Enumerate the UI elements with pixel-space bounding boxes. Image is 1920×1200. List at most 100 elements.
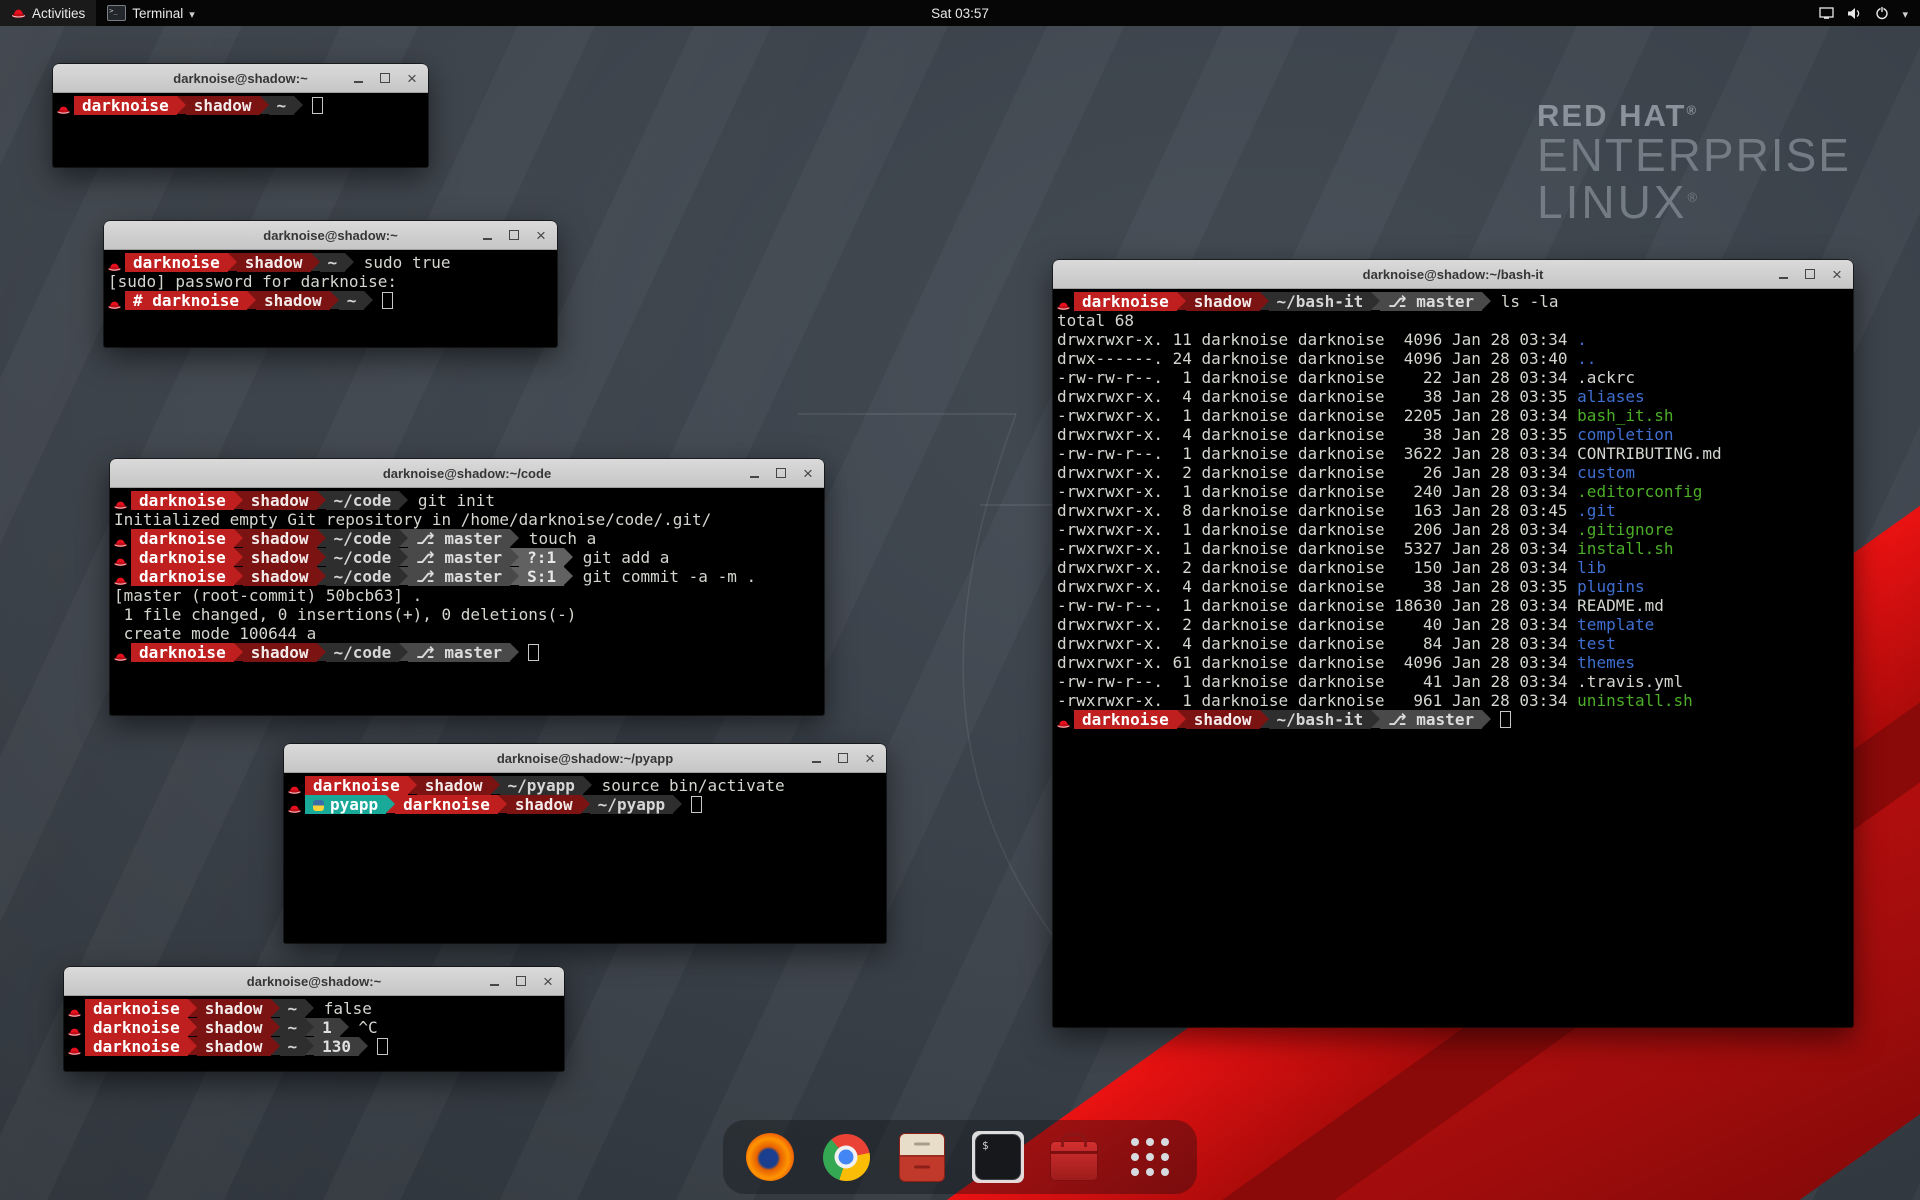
dock-item-show-applications[interactable]	[1123, 1130, 1177, 1184]
powerline-arrow	[305, 999, 314, 1017]
close-button[interactable]	[534, 228, 548, 243]
terminal-text: 1 file changed, 0 insertions(+), 0 delet…	[114, 605, 576, 624]
terminal-text: -rw-rw-r--. 1 darknoise darknoise 3622 J…	[1057, 444, 1577, 463]
terminal-text: -rwxrwxr-x. 1 darknoise darknoise 5327 J…	[1057, 539, 1577, 558]
terminal-body[interactable]: darknoiseshadow~ sudo true[sudo] passwor…	[104, 250, 557, 313]
terminal-text: ..	[1577, 349, 1596, 368]
close-button[interactable]	[1830, 267, 1844, 282]
power-icon[interactable]	[1875, 6, 1889, 20]
minimize-button[interactable]	[351, 71, 365, 86]
terminal-line: -rwxrwxr-x. 1 darknoise darknoise 240 Ja…	[1057, 482, 1849, 501]
dock-item-terminal[interactable]	[971, 1130, 1025, 1184]
screen-share-icon[interactable]	[1819, 7, 1834, 19]
terminal-window-code: darknoise@shadow:~/code darknoiseshadow~…	[110, 459, 824, 715]
path-segment: ~	[280, 1018, 306, 1037]
powerline-arrow	[247, 291, 256, 309]
window-titlebar[interactable]: darknoise@shadow:~/bash-it	[1053, 260, 1853, 289]
terminal-text: [sudo] password for darknoise:	[108, 272, 397, 291]
redhat-prompt-icon	[114, 548, 131, 567]
close-button[interactable]	[863, 751, 877, 766]
powerline-arrow	[330, 291, 339, 309]
powerline-arrow	[399, 548, 408, 566]
window-title: darknoise@shadow:~	[247, 974, 381, 989]
terminal-line: darknoiseshadow~ false	[68, 999, 560, 1018]
powerline-arrow	[364, 291, 373, 309]
terminal-body[interactable]: darknoiseshadow~	[53, 93, 428, 118]
terminal-text: -rw-rw-r--. 1 darknoise darknoise 22 Jan…	[1057, 368, 1577, 387]
window-titlebar[interactable]: darknoise@shadow:~/code	[110, 459, 824, 488]
terminal-text: test	[1577, 634, 1616, 653]
python-icon	[313, 800, 324, 811]
terminal-line: -rw-rw-r--. 1 darknoise darknoise 22 Jan…	[1057, 368, 1849, 387]
dock-item-files[interactable]	[895, 1130, 949, 1184]
firefox-icon	[746, 1133, 794, 1181]
host-segment: shadow	[417, 776, 491, 795]
terminal-text: bash_it.sh	[1577, 406, 1673, 425]
app-menu-terminal[interactable]: Terminal	[96, 0, 206, 26]
dock-item-toolbox[interactable]	[1047, 1130, 1101, 1184]
powerline-arrow	[234, 491, 243, 509]
terminal-line: -rw-rw-r--. 1 darknoise darknoise 3622 J…	[1057, 444, 1849, 463]
dock-item-chrome[interactable]	[819, 1130, 873, 1184]
registered-mark: ®	[1686, 103, 1698, 118]
maximize-button[interactable]	[836, 751, 850, 766]
terminal-text: .	[1577, 330, 1587, 349]
terminal-line: drwxrwxr-x. 4 darknoise darknoise 84 Jan…	[1057, 634, 1849, 653]
close-button[interactable]	[405, 71, 419, 86]
terminal-body[interactable]: darknoiseshadow~/code git initInitialize…	[110, 488, 824, 665]
powerline-arrow	[1482, 710, 1491, 728]
activities-button[interactable]: Activities	[0, 0, 96, 26]
terminal-line: darknoiseshadow~/code⎇ master	[114, 643, 820, 662]
terminal-cursor	[312, 97, 323, 114]
terminal-body[interactable]: darknoiseshadow~/bash-it⎇ master ls -lat…	[1053, 289, 1853, 732]
minimize-button[interactable]	[1776, 267, 1790, 282]
maximize-button[interactable]	[774, 466, 788, 481]
powerline-arrow	[399, 643, 408, 661]
terminal-body[interactable]: darknoiseshadow~/pyapp source bin/activa…	[284, 773, 886, 817]
dock-item-firefox[interactable]	[743, 1130, 797, 1184]
activities-label: Activities	[32, 6, 85, 21]
powerline-arrow	[491, 776, 500, 794]
terminal-line: darknoiseshadow~/code⎇ master?:1 git add…	[114, 548, 820, 567]
close-button[interactable]	[541, 974, 555, 989]
minimize-button[interactable]	[809, 751, 823, 766]
path-segment: ~/bash-it	[1269, 292, 1372, 311]
powerline-arrow	[1260, 292, 1269, 310]
system-menu-chevron-icon[interactable]	[1902, 6, 1908, 21]
maximize-button[interactable]	[514, 974, 528, 989]
window-titlebar[interactable]: darknoise@shadow:~/pyapp	[284, 744, 886, 773]
terminal-text: source bin/activate	[592, 776, 785, 795]
host-segment: shadow	[243, 643, 317, 662]
minimize-button[interactable]	[487, 974, 501, 989]
terminal-line: [master (root-commit) 50bcb63] .	[114, 586, 820, 605]
terminal-text: ^C	[349, 1018, 378, 1037]
maximize-button[interactable]	[378, 71, 392, 86]
window-titlebar[interactable]: darknoise@shadow:~	[53, 64, 428, 93]
minimize-button[interactable]	[480, 228, 494, 243]
host-segment: shadow	[507, 795, 581, 814]
maximize-button[interactable]	[507, 228, 521, 243]
terminal-text: -rw-rw-r--. 1 darknoise darknoise 41 Jan…	[1057, 672, 1577, 691]
powerline-arrow	[510, 567, 519, 585]
redhat-prompt-icon	[288, 776, 305, 795]
close-button[interactable]	[801, 466, 815, 481]
terminal-line: drwxrwxr-x. 8 darknoise darknoise 163 Ja…	[1057, 501, 1849, 520]
terminal-line: [sudo] password for darknoise:	[108, 272, 553, 291]
powerline-arrow	[305, 1037, 314, 1055]
volume-icon[interactable]	[1847, 7, 1862, 20]
host-segment: shadow	[1186, 710, 1260, 729]
terminal-text: CONTRIBUTING.md	[1577, 444, 1722, 463]
powerline-arrow	[271, 1018, 280, 1036]
registered-mark: ®	[1687, 189, 1700, 204]
redhat-prompt-icon	[57, 96, 74, 115]
minimize-button[interactable]	[747, 466, 761, 481]
clock[interactable]: Sat 03:57	[931, 6, 989, 21]
terminal-body[interactable]: darknoiseshadow~ falsedarknoiseshadow~1 …	[64, 996, 564, 1059]
window-titlebar[interactable]: darknoise@shadow:~	[64, 967, 564, 996]
user-segment: darknoise	[1074, 710, 1177, 729]
user-segment: darknoise	[395, 795, 498, 814]
maximize-button[interactable]	[1803, 267, 1817, 282]
window-titlebar[interactable]: darknoise@shadow:~	[104, 221, 557, 250]
path-segment: ~	[280, 999, 306, 1018]
powerline-arrow	[188, 1018, 197, 1036]
